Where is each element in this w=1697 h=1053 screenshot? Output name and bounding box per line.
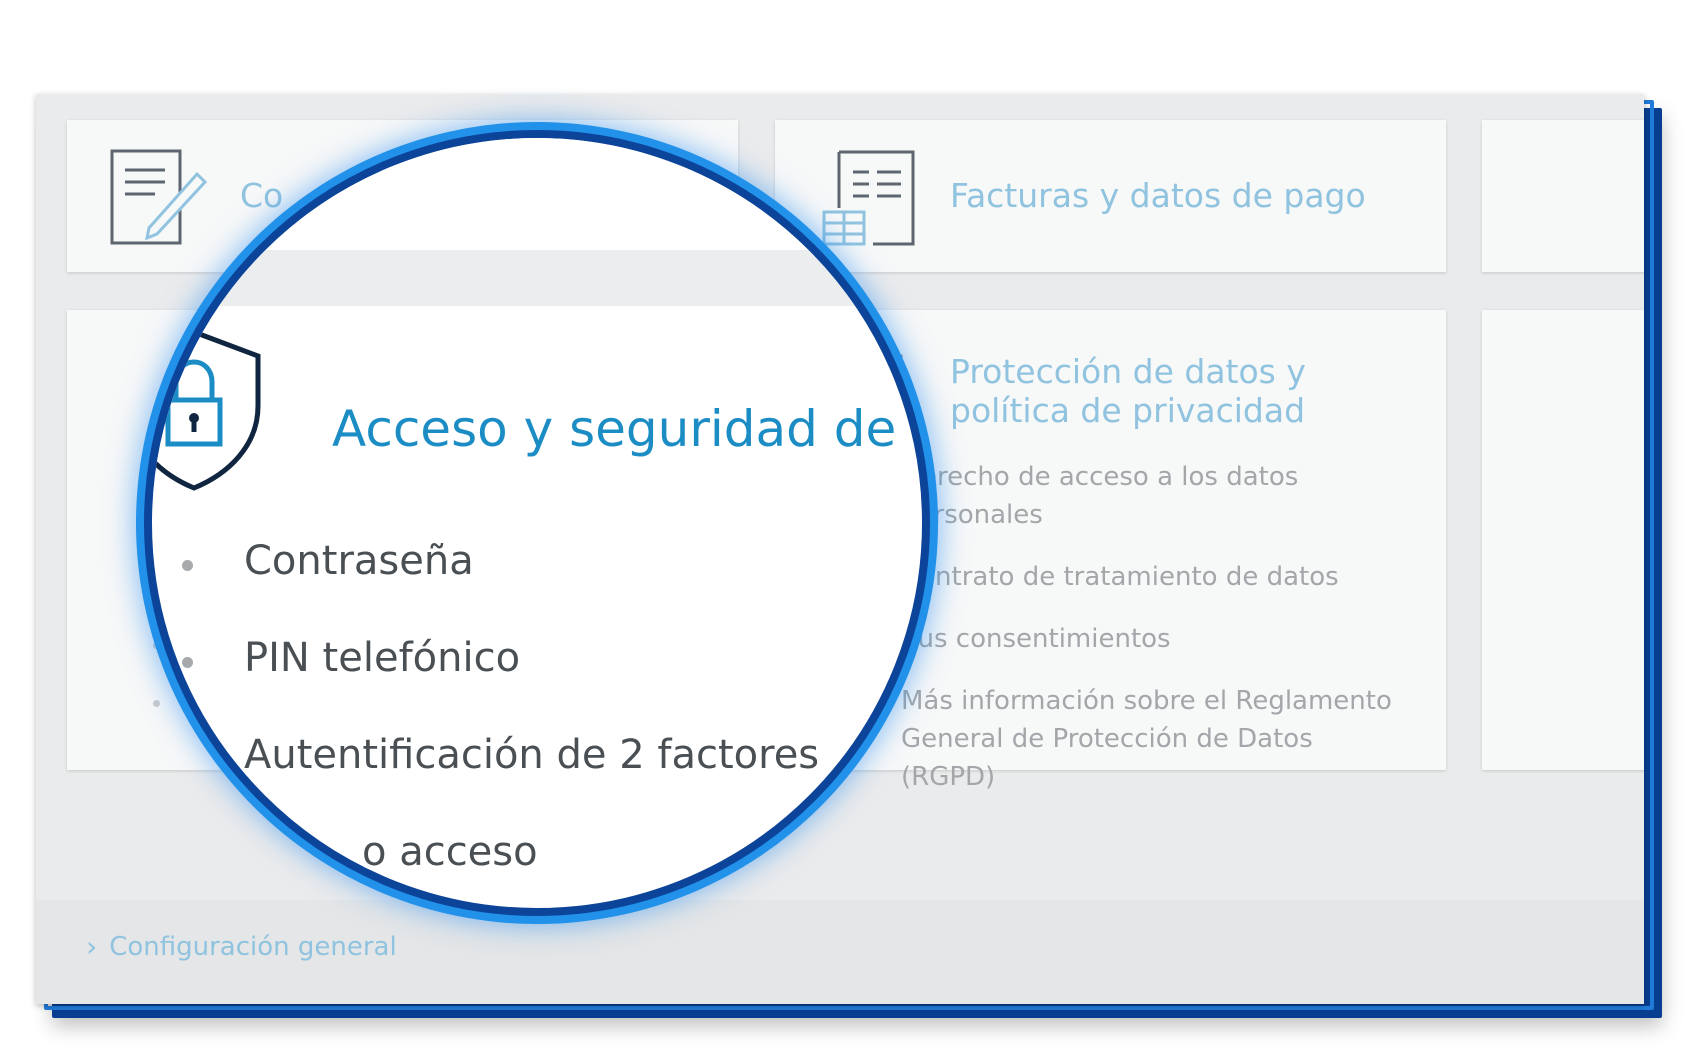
general-settings-link[interactable]: › Configuración general [86,930,397,963]
privacy-item-gdpr-info[interactable]: Más información sobre el Reglamento Gene… [863,682,1403,796]
invoice-icon [822,150,915,246]
shield-lock-icon [152,329,261,491]
general-settings-label: Configuración general [109,931,397,962]
security-item-access[interactable]: o acceso [182,829,819,908]
chevron-right-icon: › [86,930,98,963]
card-privacy-title: Protección de datos y política de privac… [950,352,1306,430]
privacy-item-contract[interactable]: Contrato de tratamiento de datos [863,558,1403,596]
magnified-security-list: Contraseña PIN telefónico Autentificació… [182,538,819,908]
privacy-list: Derecho de acceso a los datos personales… [863,458,1403,820]
card-partial-right[interactable] [1482,120,1644,272]
privacy-item-access[interactable]: Derecho de acceso a los datos personales [863,458,1403,534]
card-partial-right-lower[interactable] [1482,310,1644,770]
card-security-item-bullet [153,700,160,707]
card-security-item-bullet [153,642,160,649]
privacy-item-consents[interactable]: Sus consentimientos [863,620,1403,658]
security-item-2fa[interactable]: Autentificación de 2 factores [182,732,819,829]
security-item-password[interactable]: Contraseña [182,538,819,635]
magnified-security-title: Acceso y seguridad de la [332,400,930,458]
panel-footer: › Configuración general [36,900,1644,1004]
magnified-gap [152,250,922,306]
magnified-contract-card [152,138,832,250]
magnifier-lens: Acceso y seguridad de la Contraseña PIN … [144,130,930,916]
card-invoices-title: Facturas y datos de pago [950,176,1366,215]
security-item-phone-pin[interactable]: PIN telefónico [182,635,819,732]
